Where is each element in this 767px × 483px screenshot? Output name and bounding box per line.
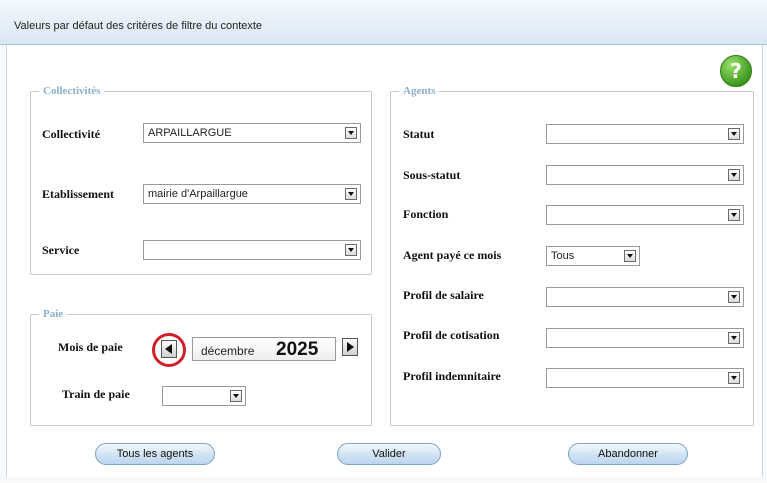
statut-label: Statut [403,127,435,141]
chevron-down-icon[interactable] [728,128,740,140]
train-de-paie-label: Train de paie [62,387,130,401]
chevron-down-icon[interactable] [728,169,740,181]
abandonner-button[interactable]: Abandonner [568,443,688,465]
fonction-select[interactable] [546,205,744,225]
mois-de-paie-label: Mois de paie [58,340,123,354]
window-title: Valeurs par défaut des critères de filtr… [14,20,263,32]
chevron-down-icon[interactable] [728,372,740,384]
chevron-down-icon[interactable] [345,244,357,256]
service-label: Service [42,243,80,257]
collectivite-value: ARPAILLARGUE [148,127,232,139]
etablissement-value: mairie d'Arpaillargue [148,188,248,200]
year-value: 2025 [276,339,319,360]
etablissement-label: Etablissement [42,187,114,201]
collectivite-label: Collectivité [42,127,100,141]
paie-legend: Paie [43,308,64,320]
chevron-down-icon[interactable] [230,390,242,402]
collectivite-select[interactable]: ARPAILLARGUE [143,123,361,143]
profil-cotisation-label: Profil de cotisation [403,328,500,342]
profil-indemnitaire-select[interactable] [546,368,744,388]
chevron-down-icon[interactable] [345,188,357,200]
title-bar: Valeurs par défaut des critères de filtr… [0,0,767,45]
agent-paye-select[interactable]: Tous [546,246,640,266]
statut-select[interactable] [546,124,744,144]
collectivites-legend: Collectivités [43,85,101,97]
sous-statut-select[interactable] [546,165,744,185]
arrow-right-icon[interactable] [342,338,358,356]
chevron-down-icon[interactable] [728,291,740,303]
chevron-down-icon[interactable] [728,209,740,221]
help-icon[interactable]: ? [720,55,752,87]
tous-les-agents-button[interactable]: Tous les agents [95,443,215,465]
profil-salaire-label: Profil de salaire [403,288,484,302]
chevron-down-icon[interactable] [345,127,357,139]
etablissement-select[interactable]: mairie d'Arpaillargue [143,184,361,204]
agent-paye-label: Agent payé ce mois [403,248,502,262]
highlight-circle [152,333,186,367]
agents-legend: Agents [403,85,436,97]
train-de-paie-select[interactable] [162,386,246,406]
fonction-label: Fonction [403,207,449,221]
profil-salaire-select[interactable] [546,287,744,307]
profil-cotisation-select[interactable] [546,328,744,348]
agent-paye-value: Tous [551,250,575,262]
month-value: décembre [201,344,255,358]
valider-button[interactable]: Valider [337,443,441,465]
paie-group: Paie [30,308,372,426]
service-select[interactable] [143,240,361,260]
profil-indemnitaire-label: Profil indemnitaire [403,369,501,383]
sous-statut-label: Sous-statut [403,168,461,182]
mois-de-paie-field[interactable]: décembre 2025 [192,337,336,361]
chevron-down-icon[interactable] [624,250,636,262]
chevron-down-icon[interactable] [728,332,740,344]
